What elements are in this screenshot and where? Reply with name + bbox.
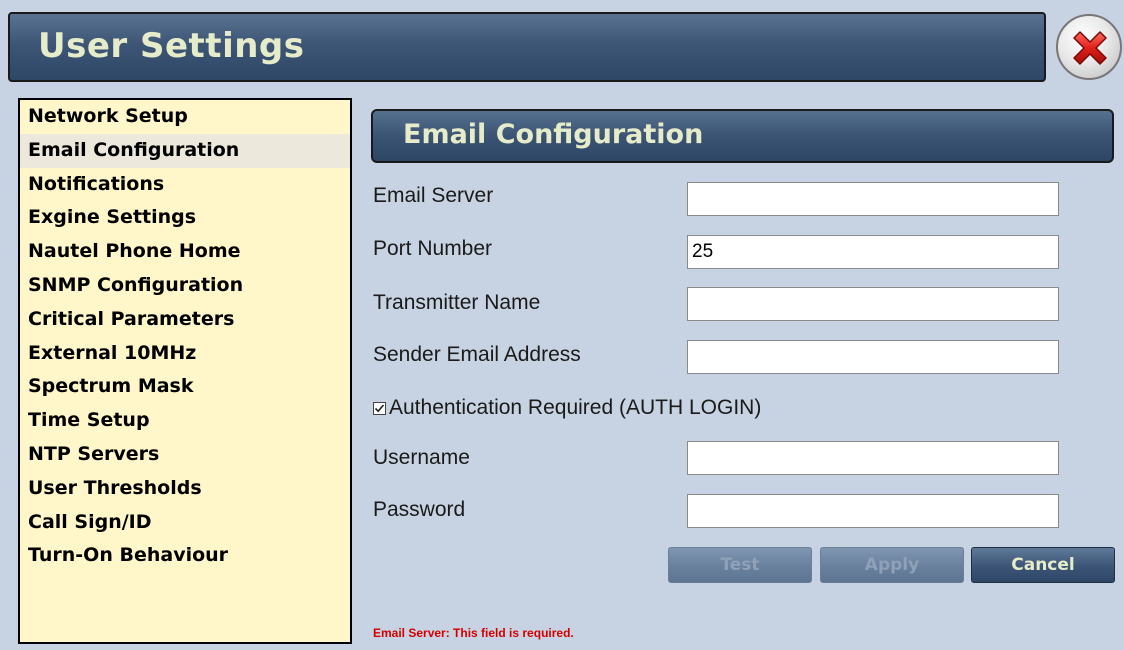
test-button[interactable]: Test <box>668 547 812 583</box>
sidebar-item-snmp-configuration[interactable]: SNMP Configuration <box>20 269 350 303</box>
sidebar-item-critical-parameters[interactable]: Critical Parameters <box>20 303 350 337</box>
sidebar-item-email-configuration[interactable]: Email Configuration <box>20 133 350 168</box>
sidebar-item-network-setup[interactable]: Network Setup <box>20 100 350 134</box>
auth-required-label: Authentication Required (AUTH LOGIN) <box>389 396 762 419</box>
sidebar-item-nautel-phone-home[interactable]: Nautel Phone Home <box>20 235 350 269</box>
title-bar: User Settings <box>8 12 1046 82</box>
sidebar-item-exgine-settings[interactable]: Exgine Settings <box>20 201 350 235</box>
sender-email-label: Sender Email Address <box>373 343 581 366</box>
settings-menu: Network Setup Email Configuration Notifi… <box>18 98 352 644</box>
settings-menu-list: Network Setup Email Configuration Notifi… <box>20 100 350 573</box>
sidebar-item-external-10mhz[interactable]: External 10MHz <box>20 337 350 371</box>
section-title: Email Configuration <box>403 119 704 150</box>
sender-email-input[interactable] <box>687 340 1059 374</box>
checkmark-icon <box>374 404 385 413</box>
sidebar-item-spectrum-mask[interactable]: Spectrum Mask <box>20 370 350 404</box>
auth-required-checkbox[interactable] <box>373 402 386 415</box>
close-x-icon <box>1073 31 1107 65</box>
sidebar-item-time-setup[interactable]: Time Setup <box>20 404 350 438</box>
user-settings-window: User Settings Network Setup Email Config… <box>0 0 1124 650</box>
email-server-label: Email Server <box>373 184 494 207</box>
apply-button[interactable]: Apply <box>820 547 964 583</box>
email-server-input[interactable] <box>687 182 1059 216</box>
sidebar-item-call-sign-id[interactable]: Call Sign/ID <box>20 506 350 540</box>
section-header: Email Configuration <box>371 109 1114 163</box>
error-message: Email Server: This field is required. <box>373 626 574 640</box>
password-label: Password <box>373 498 466 521</box>
close-button[interactable] <box>1056 14 1122 80</box>
window-title: User Settings <box>38 26 305 66</box>
sidebar-item-turn-on-behaviour[interactable]: Turn-On Behaviour <box>20 539 350 573</box>
cancel-button[interactable]: Cancel <box>971 547 1115 583</box>
password-input[interactable] <box>687 494 1059 528</box>
username-input[interactable] <box>687 441 1059 475</box>
auth-required-checkbox-row[interactable]: Authentication Required (AUTH LOGIN) <box>373 396 761 420</box>
sidebar-item-ntp-servers[interactable]: NTP Servers <box>20 438 350 472</box>
username-label: Username <box>373 446 470 469</box>
transmitter-name-label: Transmitter Name <box>373 291 541 314</box>
transmitter-name-input[interactable] <box>687 287 1059 321</box>
sidebar-item-notifications[interactable]: Notifications <box>20 168 350 202</box>
sidebar-item-user-thresholds[interactable]: User Thresholds <box>20 472 350 506</box>
port-number-label: Port Number <box>373 237 493 260</box>
port-number-input[interactable] <box>687 235 1059 269</box>
